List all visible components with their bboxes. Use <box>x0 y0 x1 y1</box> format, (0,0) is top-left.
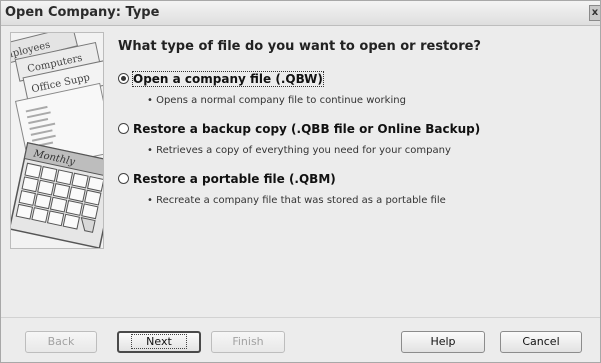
next-button[interactable]: Next <box>117 331 201 353</box>
radio-open-company-file[interactable] <box>118 73 129 84</box>
back-button[interactable]: Back <box>25 331 97 353</box>
radio-restore-backup[interactable] <box>118 123 129 134</box>
cancel-button[interactable]: Cancel <box>500 331 582 353</box>
files-calendar-illustration: mployees Computers Office Supp Monthly <box>11 33 103 248</box>
option-desc-open-company-file: • Opens a normal company file to continu… <box>147 95 406 106</box>
option-label-restore-portable[interactable]: Restore a portable file (.QBM) <box>133 172 336 186</box>
finish-button-label: Finish <box>232 335 264 348</box>
radio-restore-portable[interactable] <box>118 173 129 184</box>
next-button-label: Next <box>131 334 187 349</box>
option-label-open-company-file[interactable]: Open a company file (.QBW) <box>132 71 324 87</box>
cancel-button-label: Cancel <box>522 335 560 348</box>
option-label-restore-backup[interactable]: Restore a backup copy (.QBB file or Onli… <box>133 122 480 136</box>
illustration-image: mployees Computers Office Supp Monthly <box>10 32 104 249</box>
close-button[interactable]: x <box>589 5 600 21</box>
footer-divider <box>1 317 600 318</box>
back-button-label: Back <box>47 335 75 348</box>
window-title: Open Company: Type <box>5 5 160 20</box>
open-company-dialog: Open Company: Type x mployees Computers … <box>0 0 601 363</box>
help-button-label: Help <box>430 335 456 348</box>
title-bar[interactable]: Open Company: Type x <box>1 1 600 26</box>
option-desc-restore-backup: • Retrieves a copy of everything you nee… <box>147 145 451 156</box>
option-desc-restore-portable: • Recreate a company file that was store… <box>147 195 446 206</box>
dialog-question: What type of file do you want to open or… <box>118 39 481 54</box>
finish-button[interactable]: Finish <box>211 331 285 353</box>
help-button[interactable]: Help <box>401 331 485 353</box>
